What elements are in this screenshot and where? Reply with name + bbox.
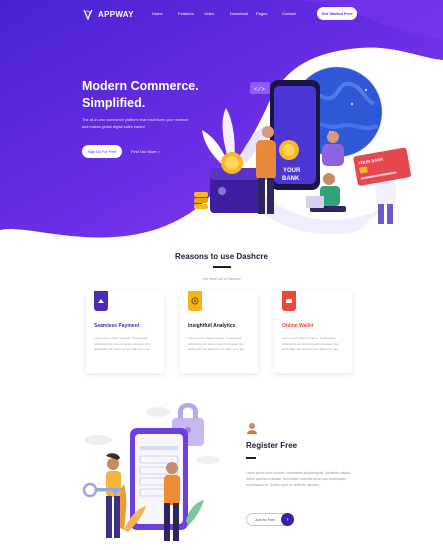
- person-woman-key: [106, 471, 121, 497]
- nav-link-home[interactable]: Home: [152, 11, 178, 16]
- feature-text-analytics: Lorem ipsum dolor sit amet, consectetur …: [188, 336, 245, 352]
- feature-text-payment: Lorem ipsum dolor sit amet, consectetur …: [94, 336, 151, 352]
- register-heading: Register Free: [246, 441, 298, 450]
- logo-text: APPWAY: [98, 9, 134, 19]
- sign-up-button[interactable]: Sign Up For Free: [82, 145, 122, 158]
- arrow-right-icon: ›: [281, 513, 294, 526]
- hero-subtitle: The all-in-one commerce platform that ma…: [82, 118, 189, 129]
- hero-illustration: </> YOUR BANK YOUR BANK: [194, 66, 411, 224]
- card-payment-icon: [94, 291, 108, 311]
- register-illustration: [82, 403, 220, 541]
- person-man: [256, 140, 276, 180]
- feature-title-wallet: Online Wallet: [282, 323, 314, 329]
- feature-title-analytics: Insightfull Analytics: [188, 323, 236, 329]
- feature-card-analytics[interactable]: Insightfull Analytics Lorem ipsum dolor …: [180, 291, 258, 373]
- reasons-subtitle: Get more out of Dashcre: [202, 277, 241, 281]
- feature-card-wallet[interactable]: Online Wallet Lorem ipsum dolor sit amet…: [274, 291, 352, 373]
- feature-text-wallet: Lorem ipsum dolor sit amet, consectetur …: [282, 336, 339, 352]
- nav-link-features[interactable]: Features: [178, 11, 204, 16]
- top-navigation: APPWAY Home Features Video Download Page…: [0, 7, 443, 22]
- phone-label-line1: YOUR: [283, 168, 301, 174]
- person-woman: [322, 144, 344, 166]
- nav-links: Home Features Video Download Pages Conta…: [152, 11, 308, 16]
- nav-link-pages[interactable]: Pages: [256, 11, 282, 16]
- reasons-divider: [213, 266, 231, 268]
- nav-link-download[interactable]: Download: [230, 11, 256, 16]
- bank-card-graphic: YOUR BANK: [353, 147, 411, 186]
- person-man-register: [164, 475, 180, 505]
- register-divider: [246, 457, 256, 459]
- feature-card-payment[interactable]: Seamless Payment Lorem ipsum dolor sit a…: [86, 291, 164, 373]
- code-tag-text: </>: [254, 86, 265, 93]
- find-out-more-link[interactable]: Find Out More >: [131, 149, 160, 154]
- nav-link-contact[interactable]: Contact: [282, 11, 308, 16]
- register-avatar-icon: [247, 423, 257, 434]
- join-free-button[interactable]: Join for Free ›: [246, 513, 294, 526]
- reasons-heading: Reasons to use Dashcre: [175, 252, 268, 261]
- chart-analytics-icon: [188, 291, 202, 311]
- brand-logo[interactable]: APPWAY: [82, 8, 134, 20]
- logo-icon: [83, 9, 93, 20]
- wallet-icon: [282, 291, 296, 311]
- feature-title-payment: Seamless Payment: [94, 323, 140, 329]
- register-text: Lorem ipsum dolor sit amet, consectetur …: [246, 471, 351, 487]
- join-free-label: Join for Free: [255, 517, 276, 522]
- get-started-button[interactable]: Get Started Free: [317, 7, 357, 20]
- nav-link-video[interactable]: Video: [204, 11, 230, 16]
- phone-label-line2: BANK: [282, 176, 300, 182]
